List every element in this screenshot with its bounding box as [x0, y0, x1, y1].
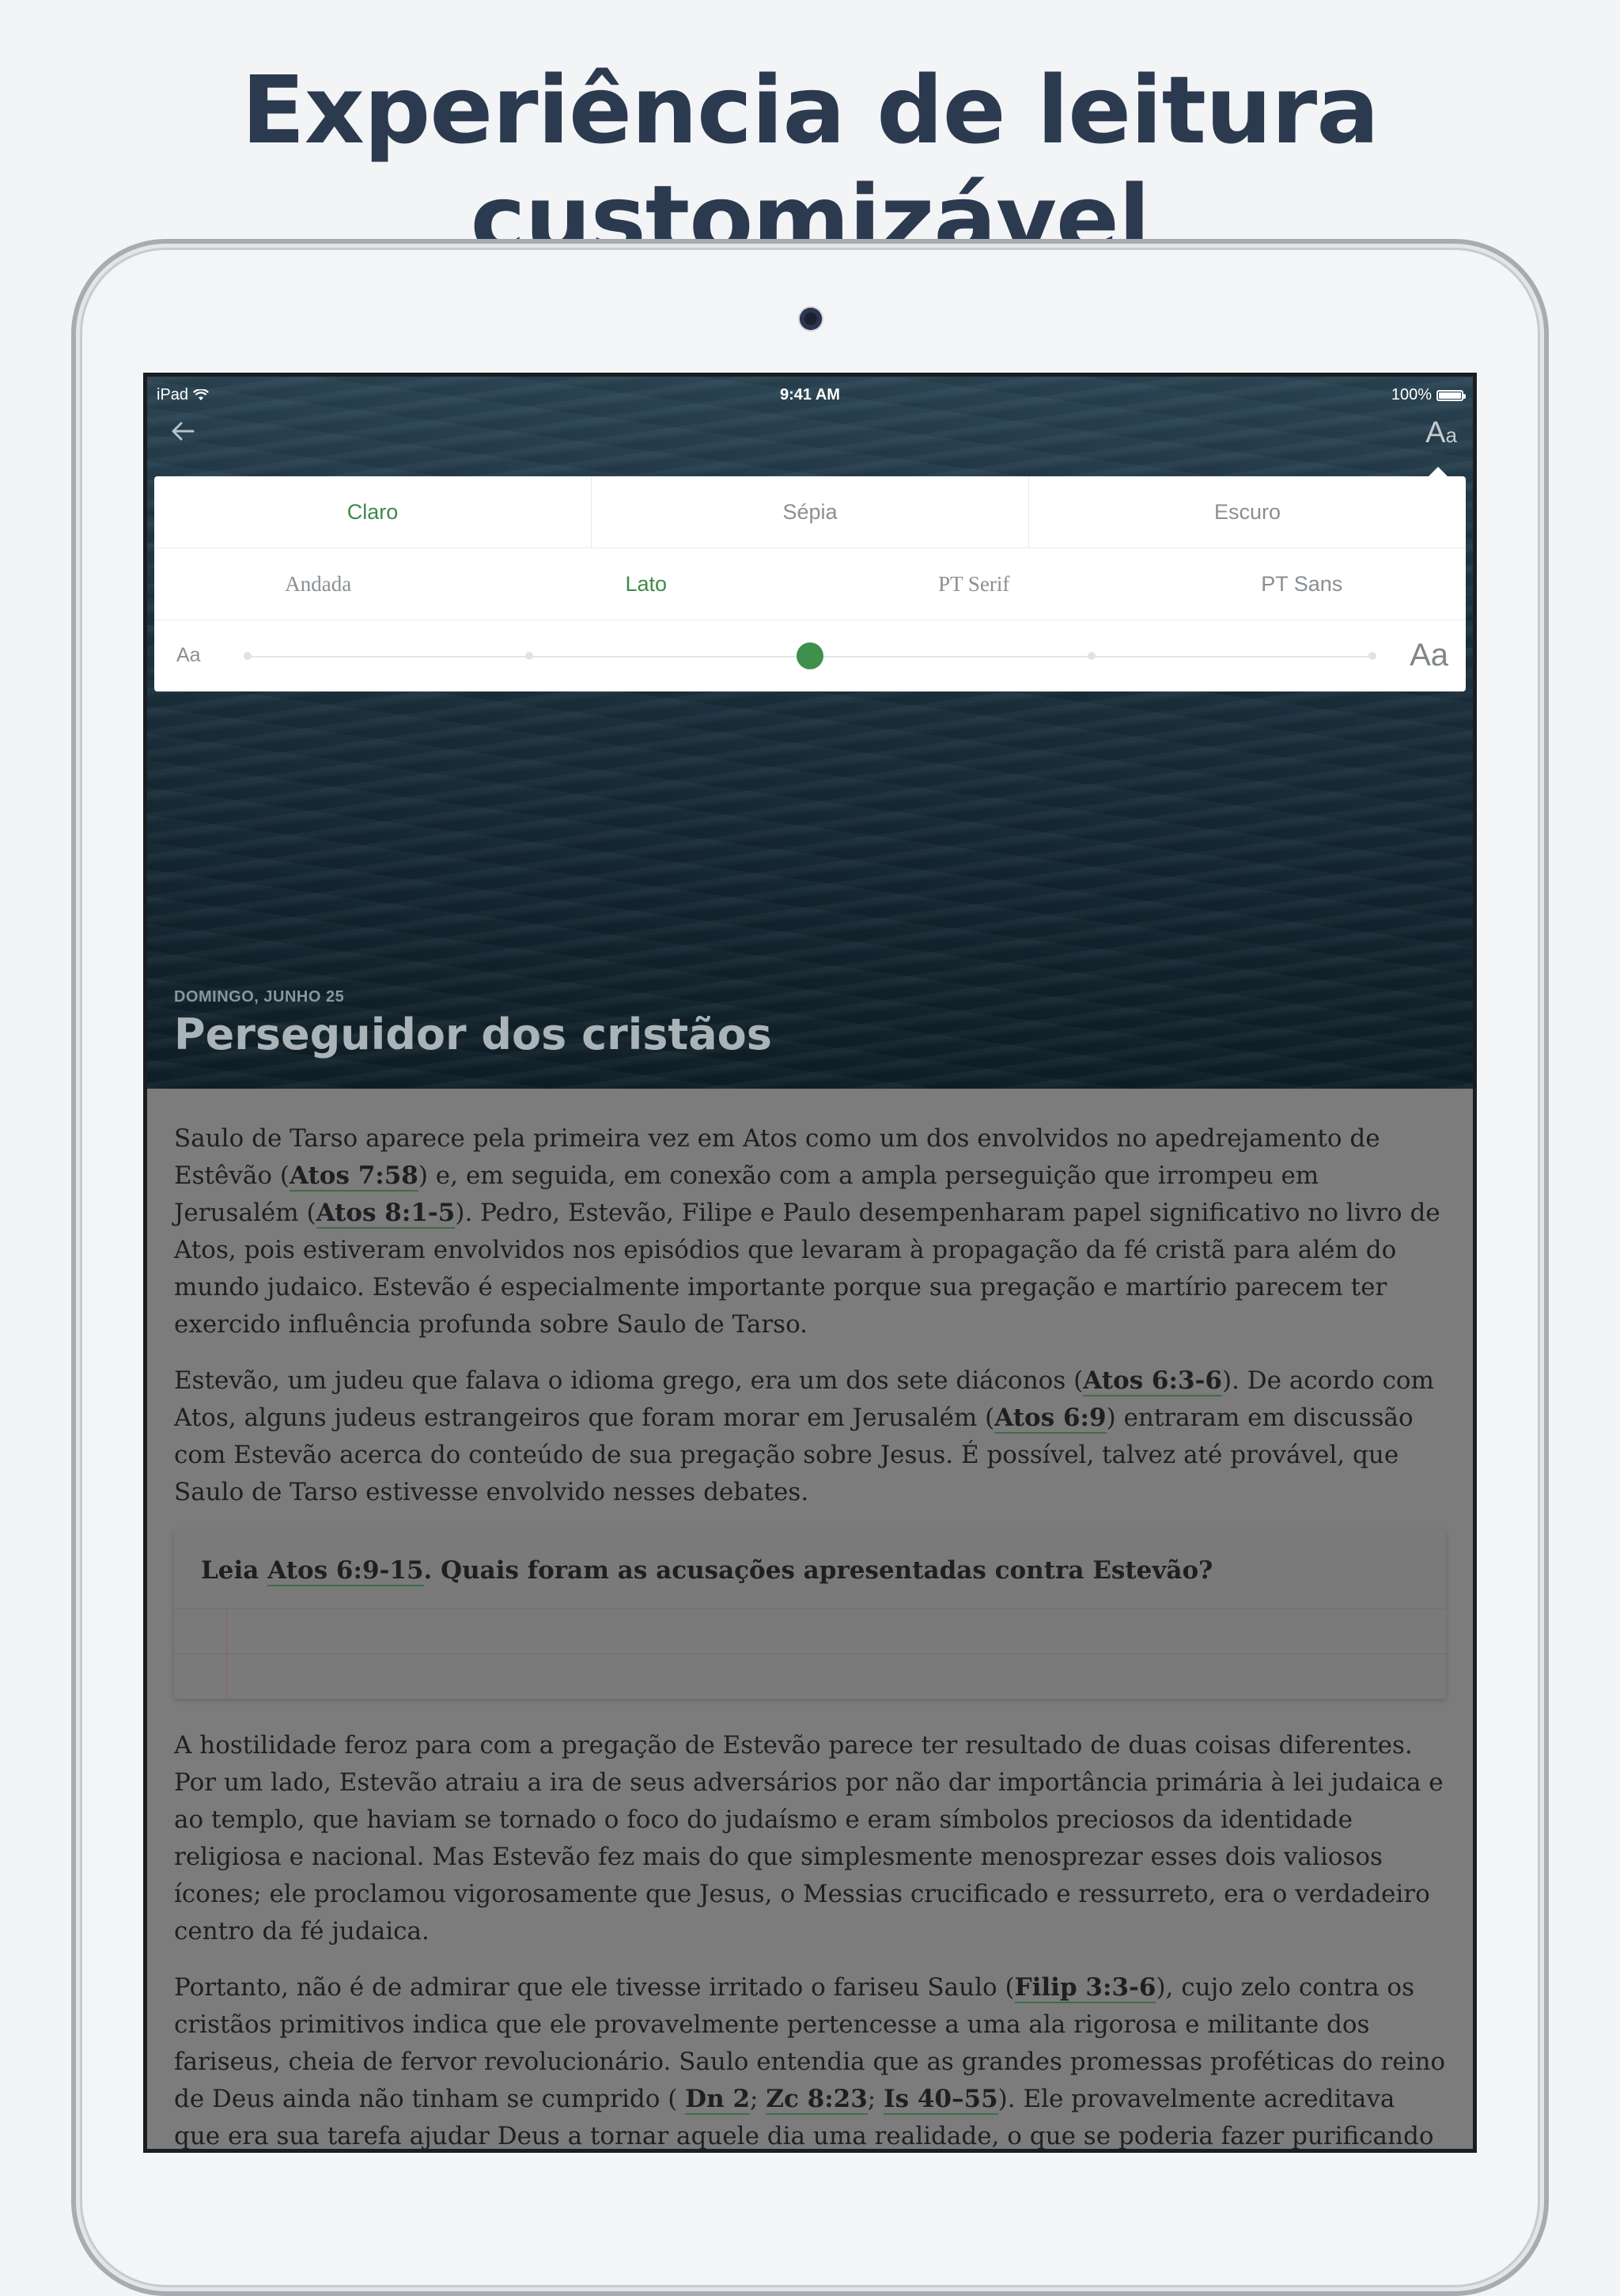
font-option[interactable]: PT Serif — [810, 548, 1138, 619]
font-size-selector: Aa Aa — [154, 620, 1466, 691]
device-screen: iPad 9:41 AM 100% Aa Claro Sépia Escuro An… — [143, 373, 1477, 2153]
font-size-step[interactable] — [524, 652, 533, 660]
theme-selector: Claro Sépia Escuro — [154, 476, 1466, 548]
bible-reference-link[interactable]: Zc 8:23 — [766, 2085, 868, 2115]
battery-icon — [1436, 389, 1466, 401]
answer-input-line[interactable] — [174, 1608, 1446, 1654]
lesson-title: Perseguidor dos cristãos — [174, 1010, 772, 1059]
font-option[interactable]: PT Sans — [1138, 548, 1467, 619]
battery-percent: 100% — [1391, 386, 1432, 404]
question-card: Leia Atos 6:9-15. Quais foram as acusaçõ… — [174, 1530, 1446, 1699]
reading-settings-popover: Claro Sépia Escuro Andada Lato PT Serif PT Sa… — [154, 476, 1466, 691]
paragraph: Estevão, um judeu que falava o idioma gr… — [174, 1366, 1434, 1506]
status-bar: iPad 9:41 AM 100% — [147, 377, 1473, 411]
bible-reference-link[interactable]: Dn 2 — [685, 2085, 751, 2115]
bible-reference-link[interactable]: Atos 6:9-15 — [267, 1556, 424, 1586]
text-settings-icon-large: A — [1425, 416, 1446, 449]
status-time: 9:41 AM — [780, 386, 840, 404]
font-option[interactable]: Lato — [483, 548, 811, 619]
bible-reference-link[interactable]: Is 40–55 — [884, 2085, 998, 2115]
font-size-step[interactable] — [1087, 652, 1096, 660]
theme-option[interactable]: Sépia — [591, 476, 1028, 547]
bible-reference-link[interactable]: Filip 3:3-6 — [1014, 1973, 1156, 2003]
font-size-slider-knob[interactable] — [797, 642, 823, 669]
answer-input-line[interactable] — [174, 1654, 1446, 1699]
popover-caret — [1429, 467, 1448, 476]
paragraph: Saulo de Tarso aparece pela primeira vez… — [174, 1124, 1440, 1339]
bible-reference-link[interactable]: Atos 6:9 — [994, 1404, 1107, 1434]
text-settings-icon-small: a — [1445, 423, 1457, 447]
question-text: Leia Atos 6:9-15. Quais foram as acusaçõ… — [201, 1556, 1213, 1586]
font-size-small-label: Aa — [176, 644, 201, 666]
bible-reference-link[interactable]: Atos 7:58 — [289, 1161, 418, 1192]
paragraph: Portanto, não é de admirar que ele tives… — [174, 1973, 1446, 2150]
paragraph: A hostilidade feroz para com a pregação … — [174, 1731, 1444, 1946]
camera-icon — [800, 308, 822, 330]
lesson-date: DOMINGO, JUNHO 25 — [174, 988, 345, 1006]
font-size-large-label: Aa — [1410, 638, 1448, 673]
text-settings-button[interactable]: Aa — [1425, 416, 1457, 450]
font-selector: Andada Lato PT Serif PT Sans — [154, 548, 1466, 620]
font-size-step[interactable] — [1368, 652, 1376, 660]
back-button[interactable] — [169, 418, 201, 449]
article-body: Saulo de Tarso aparece pela primeira vez… — [147, 1089, 1473, 2149]
bible-reference-link[interactable]: Atos 8:1-5 — [316, 1199, 456, 1229]
theme-option[interactable]: Claro — [154, 476, 591, 547]
theme-option[interactable]: Escuro — [1028, 476, 1466, 547]
font-option[interactable]: Andada — [154, 548, 483, 619]
bible-reference-link[interactable]: Atos 6:3-6 — [1083, 1366, 1222, 1396]
font-size-step[interactable] — [244, 652, 252, 660]
arrow-left-icon — [172, 422, 195, 441]
